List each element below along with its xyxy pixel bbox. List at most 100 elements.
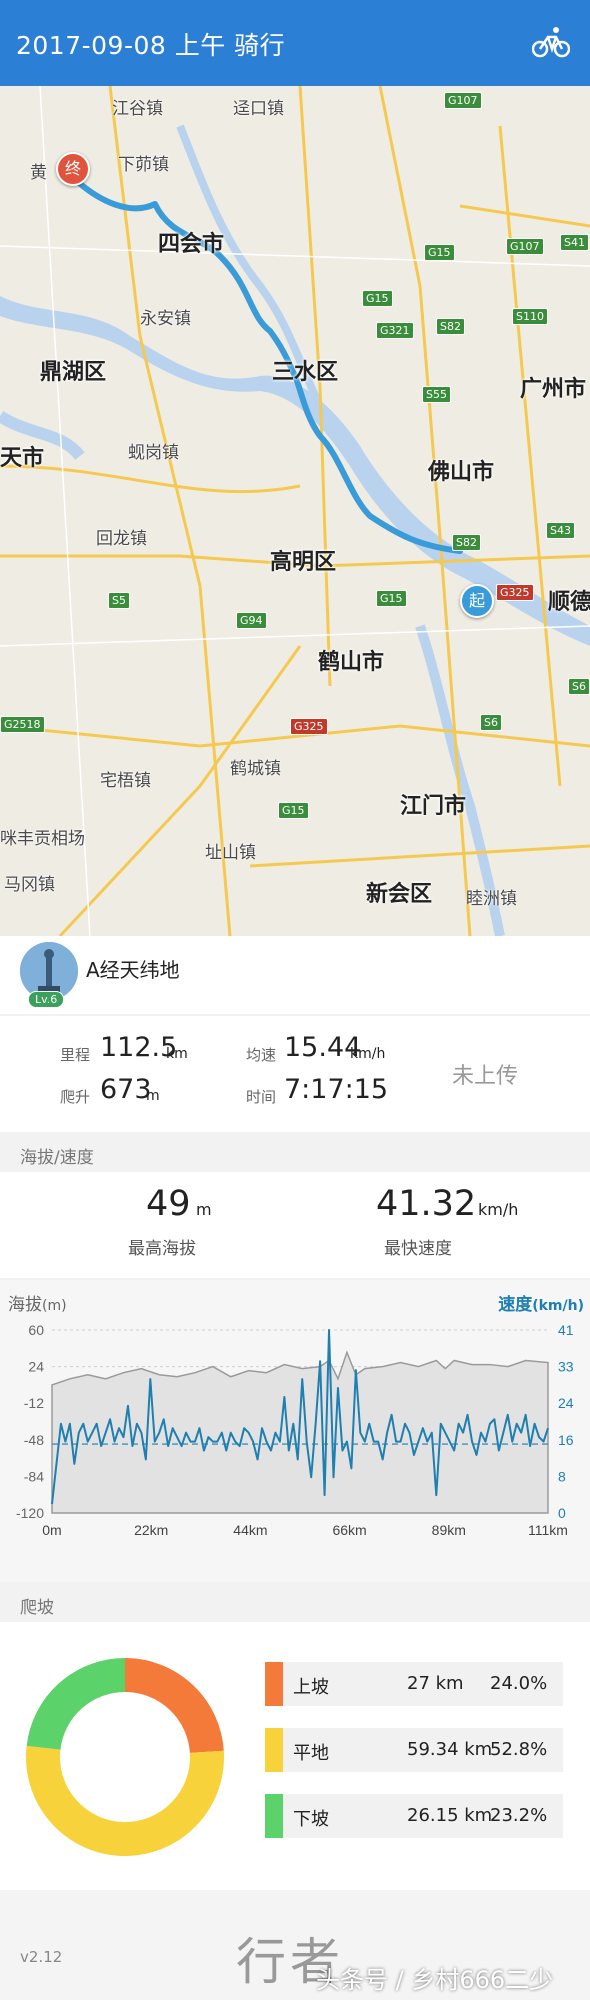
y2-tick-label: 0 <box>558 1505 566 1521</box>
user-row[interactable]: Lv.6 A经天纬地 <box>0 936 590 1014</box>
ride-stats: 里程 112.5 km 爬升 673 m 均速 15.44 km/h 时间 7:… <box>0 1016 590 1132</box>
max-speed-unit: km/h <box>478 1200 519 1219</box>
downhill-swatch <box>265 1794 283 1838</box>
y-tick-label: -48 <box>24 1432 44 1448</box>
climb-row-downhill: 下坡 26.15 km 23.2% <box>265 1794 563 1838</box>
road-shield: S6 <box>480 714 502 731</box>
level-badge: Lv.6 <box>28 991 65 1008</box>
altitude-speed-chart[interactable]: 海拔(m) 速度(km/h) 60 41 24 33 -12 24 -48 16 -84 8 -12… <box>0 1280 590 1582</box>
section-title: 海拔/速度 <box>20 1148 94 1168</box>
road-shield: G94 <box>236 612 267 629</box>
downhill-percent: 23.2% <box>490 1805 548 1826</box>
x-tick-label: 44km <box>233 1522 267 1538</box>
road-shield: G325 <box>290 718 328 735</box>
flat-percent: 52.8% <box>490 1739 548 1760</box>
x-tick-label: 22km <box>134 1522 168 1538</box>
flat-distance: 59.34 km <box>407 1739 493 1760</box>
y2-tick-label: 8 <box>558 1468 566 1484</box>
map-city-label: 四会市 <box>158 232 225 257</box>
climb-row-uphill: 上坡 27 km 24.0% <box>265 1662 563 1706</box>
uphill-label: 上坡 <box>293 1677 329 1698</box>
road-shield: G2518 <box>0 716 45 733</box>
road-shield: G15 <box>278 802 309 819</box>
y-tick-label: -84 <box>24 1468 44 1484</box>
y2-tick-label: 41 <box>558 1322 574 1338</box>
uphill-distance: 27 km <box>407 1673 464 1694</box>
map-place-label: 江谷镇 <box>112 99 163 119</box>
map-place-label: 鹤城镇 <box>230 759 281 779</box>
road-shield: G107 <box>506 238 544 255</box>
downhill-distance: 26.15 km <box>407 1805 493 1826</box>
climb-row-flat: 平地 59.34 km 52.8% <box>265 1728 563 1772</box>
map-place-label: 咪丰贡相场 <box>0 829 85 849</box>
y-tick-label: -12 <box>24 1395 44 1411</box>
y-tick-label: -120 <box>16 1505 44 1521</box>
road-shield: S110 <box>512 308 548 325</box>
map-place-label: 下茆镇 <box>118 155 169 175</box>
start-marker[interactable]: 起 <box>460 584 494 618</box>
upload-status-button[interactable]: 未上传 <box>452 1058 518 1090</box>
map-place-label: 宅梧镇 <box>100 771 151 791</box>
ride-title: 2017-09-08 上午 骑行 <box>16 31 286 60</box>
map-city-label: 鼎湖区 <box>40 360 107 385</box>
road-shield: S41 <box>560 234 589 251</box>
map-place-label: 马冈镇 <box>4 875 55 895</box>
road-shield: S43 <box>546 522 575 539</box>
donut-slice <box>26 1745 224 1856</box>
downhill-label: 下坡 <box>293 1809 329 1830</box>
end-marker[interactable]: 终 <box>56 152 90 186</box>
uphill-percent: 24.0% <box>490 1673 548 1694</box>
road-shield: S55 <box>422 386 451 403</box>
flat-label: 平地 <box>293 1743 329 1764</box>
avg-speed-label: 均速 <box>246 1046 277 1064</box>
map-place-label: 永安镇 <box>140 309 191 329</box>
road-shield: S82 <box>436 318 465 335</box>
climb-value: 673 <box>100 1074 152 1105</box>
altitude-axis-title-text: 海拔 <box>8 1295 42 1315</box>
section-header: 爬坡 <box>0 1584 590 1622</box>
climb-card: 上坡 27 km 24.0% 平地 59.34 km 52.8% 下坡 26.1… <box>0 1622 590 1890</box>
watermark: 头条号 / 乡村666二少 <box>316 1966 554 1994</box>
altitude-axis-unit: (m) <box>42 1298 67 1314</box>
map-city-label: 天市 <box>0 446 45 471</box>
road-shield: S82 <box>452 534 481 551</box>
map-place-label: 睦洲镇 <box>466 889 517 909</box>
y-tick-label: 24 <box>28 1359 44 1375</box>
speed-axis-title-text: 速度 <box>498 1295 533 1315</box>
road-shield: G15 <box>362 290 393 307</box>
road-shield: G107 <box>444 92 482 109</box>
chart-canvas: 60 41 24 33 -12 24 -48 16 -84 8 -120 0 0m 22km 44km 66k… <box>16 1322 574 1538</box>
footer: v2.12 行者 头条号 / 乡村666二少 <box>0 1890 590 2000</box>
map-place-label: 黄 <box>30 163 47 183</box>
max-speed-label: 最快速度 <box>384 1239 452 1259</box>
section-header: 海拔/速度 <box>0 1134 590 1172</box>
y2-tick-label: 16 <box>558 1432 574 1448</box>
route-map[interactable]: 江谷镇 迳口镇 下茆镇 黄 四会市 永安镇 鼎湖区 三水区 广州市 佛山市 蚬岗… <box>0 86 590 936</box>
climb-unit: m <box>146 1088 160 1104</box>
x-tick-label: 111km <box>528 1522 568 1538</box>
climb-label: 爬升 <box>60 1088 91 1106</box>
map-city-label: 广州市 <box>520 377 587 402</box>
speed-axis-unit: (km/h) <box>532 1298 584 1314</box>
altitude-speed-summary: 49 m 最高海拔 41.32 km/h 最快速度 <box>0 1172 590 1278</box>
x-tick-label: 0m <box>42 1522 61 1538</box>
max-speed-value: 41.32 <box>376 1184 477 1224</box>
user-name[interactable]: A经天纬地 <box>86 954 180 983</box>
uphill-swatch <box>265 1662 283 1706</box>
map-city-label: 江门市 <box>400 794 467 819</box>
app-version: v2.12 <box>20 1948 63 1966</box>
map-city-label: 高明区 <box>270 550 337 575</box>
x-tick-label: 89km <box>432 1522 466 1538</box>
x-tick-label: 66km <box>332 1522 366 1538</box>
bicycle-icon[interactable] <box>532 25 570 59</box>
road-shield: G15 <box>424 244 455 261</box>
max-altitude-label: 最高海拔 <box>128 1239 196 1259</box>
map-place-label: 迳口镇 <box>233 99 284 119</box>
road-shield: G15 <box>376 590 407 607</box>
map-place-label: 回龙镇 <box>96 529 147 549</box>
distance-label: 里程 <box>60 1046 91 1064</box>
avg-speed-unit: km/h <box>350 1046 386 1062</box>
speed-axis-title: 速度(km/h) <box>498 1290 584 1315</box>
y-tick-label: 60 <box>28 1322 44 1338</box>
distance-unit: km <box>166 1046 188 1062</box>
